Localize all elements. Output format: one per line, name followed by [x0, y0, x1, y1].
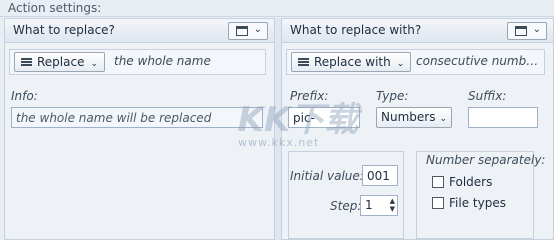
type-select[interactable]: Numbers ⌄: [376, 107, 452, 128]
window-layout-button[interactable]: ⌄: [507, 22, 547, 40]
spinner-arrows-icon[interactable]: ▲ ▼: [390, 197, 395, 213]
replace-with-dropdown-label: Replace with: [314, 55, 391, 69]
initial-value-label: Initial value:: [290, 169, 364, 183]
replace-selector-row: Replace ⌄ the whole name: [9, 49, 266, 75]
suffix-label: Suffix:: [468, 89, 507, 103]
panel-header: What to replace with? ⌄: [282, 19, 553, 43]
window-icon: [236, 26, 248, 36]
prefix-label: Prefix:: [290, 89, 329, 103]
panel-title: What to replace with?: [290, 23, 422, 37]
replace-description: the whole name: [114, 54, 211, 68]
replace-dropdown-button[interactable]: Replace ⌄: [14, 52, 106, 72]
menu-icon: [298, 58, 309, 66]
window-icon: [515, 26, 527, 36]
checkbox[interactable]: [432, 176, 444, 188]
folders-label: Folders: [449, 175, 493, 189]
file-types-checkbox[interactable]: File types: [432, 196, 506, 210]
step-spinner[interactable]: 1 ▲ ▼: [360, 195, 398, 216]
what-to-replace-with-panel: What to replace with? ⌄ Replace with ⌄ co…: [281, 18, 554, 240]
checkbox[interactable]: [432, 197, 444, 209]
chevron-down-icon: ⌄: [439, 114, 448, 124]
window-layout-button[interactable]: ⌄: [228, 22, 268, 40]
replace-with-dropdown-button[interactable]: Replace with ⌄: [291, 52, 412, 72]
chevron-down-icon: ⌄: [532, 24, 541, 35]
menu-icon: [21, 58, 32, 66]
replace-with-selector-row: Replace with ⌄ consecutive numberi...: [286, 49, 545, 75]
watermark-url: www.kkx.net: [238, 136, 320, 149]
step-label: Step:: [330, 199, 362, 213]
info-label: Info:: [11, 89, 38, 103]
title-divider: [0, 16, 554, 17]
chevron-down-icon: ⌄: [90, 59, 99, 69]
panel-title: What to replace?: [13, 23, 115, 37]
replace-dropdown-label: Replace: [37, 55, 85, 69]
initial-value-input[interactable]: [362, 165, 398, 186]
replace-with-description: consecutive numberi...: [416, 54, 542, 68]
type-label: Type:: [376, 89, 409, 103]
type-select-value: Numbers: [381, 110, 436, 124]
step-value: 1: [365, 198, 373, 212]
prefix-input[interactable]: [288, 107, 360, 128]
info-field: [11, 107, 263, 128]
chevron-down-icon: ⌄: [396, 59, 405, 69]
folders-checkbox[interactable]: Folders: [432, 175, 492, 189]
number-separately-label: Number separately:: [426, 153, 546, 167]
chevron-down-icon: ⌄: [253, 24, 262, 35]
panel-header: What to replace? ⌄: [5, 19, 274, 43]
file-types-label: File types: [449, 196, 506, 210]
suffix-input[interactable]: [468, 107, 538, 128]
what-to-replace-panel: What to replace? ⌄ Replace ⌄ the whole na…: [4, 18, 275, 240]
